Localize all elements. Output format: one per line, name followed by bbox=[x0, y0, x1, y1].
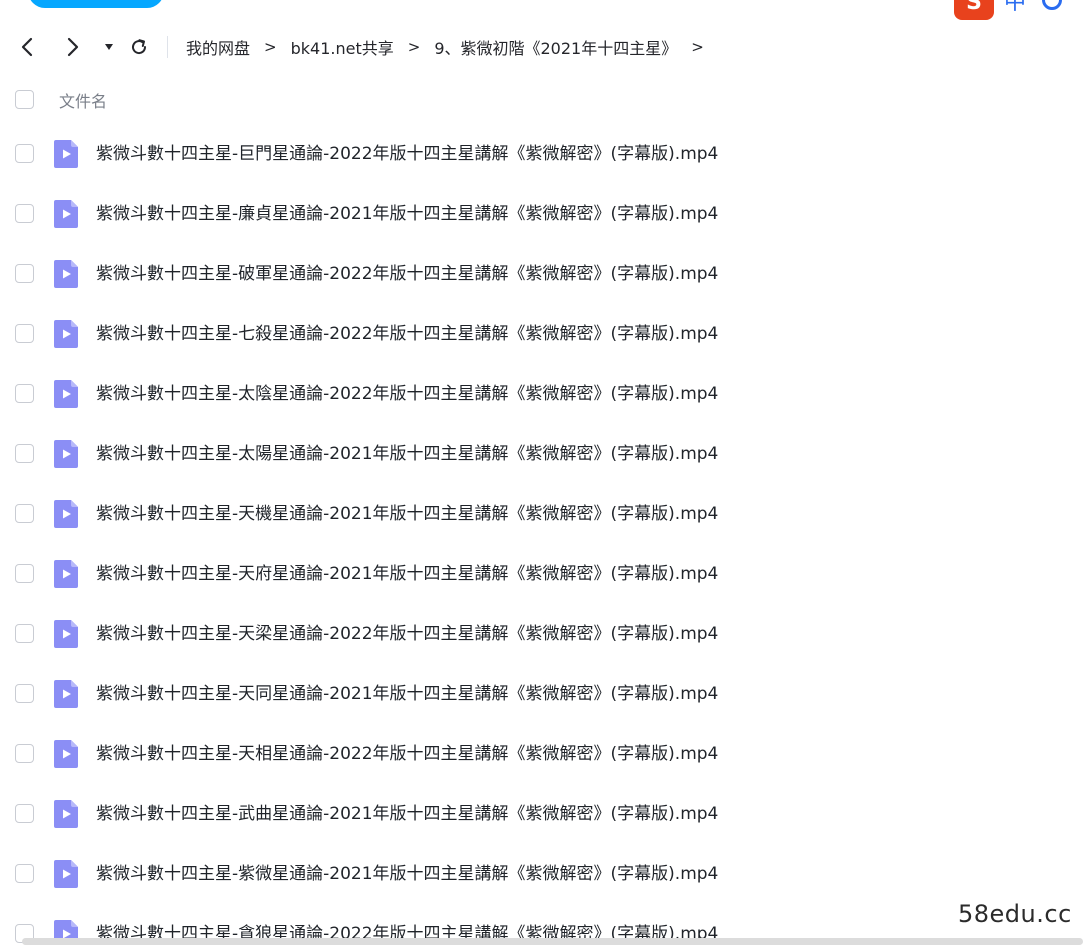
forward-button[interactable] bbox=[60, 34, 86, 60]
nav-divider bbox=[167, 36, 168, 58]
history-dropdown-button[interactable] bbox=[96, 34, 122, 60]
file-row[interactable]: 紫微斗數十四主星-太陰星通論-2022年版十四主星講解《紫微解密》(字幕版).m… bbox=[0, 364, 1083, 424]
chevron-right-icon bbox=[67, 37, 79, 57]
video-file-icon bbox=[54, 620, 78, 648]
breadcrumb-separator: > bbox=[264, 38, 277, 56]
file-checkbox[interactable] bbox=[15, 804, 34, 823]
file-name[interactable]: 紫微斗數十四主星-天府星通論-2021年版十四主星講解《紫微解密》(字幕版).m… bbox=[96, 562, 718, 586]
file-checkbox[interactable] bbox=[15, 144, 34, 163]
file-checkbox[interactable] bbox=[15, 384, 34, 403]
file-row[interactable]: 紫微斗數十四主星-天機星通論-2021年版十四主星講解《紫微解密》(字幕版).m… bbox=[0, 484, 1083, 544]
navigation-bar: 我的网盘 > bk41.net共享 > 9、紫微初階《2021年十四主星》 > bbox=[0, 28, 1083, 66]
breadcrumb-item-current-folder[interactable]: 9、紫微初階《2021年十四主星》 bbox=[434, 35, 677, 59]
breadcrumb: 我的网盘 > bk41.net共享 > 9、紫微初階《2021年十四主星》 > bbox=[186, 28, 718, 66]
file-name[interactable]: 紫微斗數十四主星-天相星通論-2022年版十四主星講解《紫微解密》(字幕版).m… bbox=[96, 742, 718, 766]
watermark-text: 58edu.cc bbox=[958, 900, 1072, 928]
file-list: 紫微斗數十四主星-巨門星通論-2022年版十四主星講解《紫微解密》(字幕版).m… bbox=[0, 124, 1083, 945]
video-file-icon bbox=[54, 260, 78, 288]
breadcrumb-separator: > bbox=[407, 38, 421, 56]
file-browser-window: S 中 我的网盘 > bk41.net共享 > 9、紫微初階《2021年十四主星… bbox=[0, 0, 1083, 945]
video-file-icon bbox=[54, 860, 78, 888]
input-method-toolbar[interactable]: S 中 bbox=[950, 0, 1070, 20]
file-name[interactable]: 紫微斗數十四主星-武曲星通論-2021年版十四主星講解《紫微解密》(字幕版).m… bbox=[96, 802, 718, 826]
file-row[interactable]: 紫微斗數十四主星-七殺星通論-2022年版十四主星講解《紫微解密》(字幕版).m… bbox=[0, 304, 1083, 364]
file-name[interactable]: 紫微斗數十四主星-天機星通論-2021年版十四主星講解《紫微解密》(字幕版).m… bbox=[96, 502, 718, 526]
file-row[interactable]: 紫微斗數十四主星-天府星通論-2021年版十四主星講解《紫微解密》(字幕版).m… bbox=[0, 544, 1083, 604]
video-file-icon bbox=[54, 800, 78, 828]
file-row[interactable]: 紫微斗數十四主星-巨門星通論-2022年版十四主星講解《紫微解密》(字幕版).m… bbox=[0, 124, 1083, 184]
file-name[interactable]: 紫微斗數十四主星-太陰星通論-2022年版十四主星講解《紫微解密》(字幕版).m… bbox=[96, 382, 718, 406]
video-file-icon bbox=[54, 440, 78, 468]
file-row[interactable]: 紫微斗數十四主星-武曲星通論-2021年版十四主星講解《紫微解密》(字幕版).m… bbox=[0, 784, 1083, 844]
file-name[interactable]: 紫微斗數十四主星-紫微星通論-2021年版十四主星講解《紫微解密》(字幕版).m… bbox=[96, 862, 718, 886]
file-checkbox[interactable] bbox=[15, 684, 34, 703]
back-button[interactable] bbox=[14, 34, 40, 60]
file-row[interactable]: 紫微斗數十四主星-紫微星通論-2021年版十四主星講解《紫微解密》(字幕版).m… bbox=[0, 844, 1083, 904]
file-row[interactable]: 紫微斗數十四主星-太陽星通論-2021年版十四主星講解《紫微解密》(字幕版).m… bbox=[0, 424, 1083, 484]
breadcrumb-item-root[interactable]: 我的网盘 bbox=[186, 35, 250, 59]
video-file-icon bbox=[54, 680, 78, 708]
video-file-icon bbox=[54, 320, 78, 348]
file-row[interactable]: 紫微斗數十四主星-廉貞星通論-2021年版十四主星講解《紫微解密》(字幕版).m… bbox=[0, 184, 1083, 244]
ime-language-toggle[interactable]: 中 bbox=[1004, 0, 1030, 14]
file-checkbox[interactable] bbox=[15, 744, 34, 763]
breadcrumb-separator: > bbox=[691, 38, 704, 56]
video-file-icon bbox=[54, 140, 78, 168]
file-checkbox[interactable] bbox=[15, 504, 34, 523]
file-checkbox[interactable] bbox=[15, 624, 34, 643]
refresh-button[interactable] bbox=[126, 34, 152, 60]
file-row[interactable]: 紫微斗數十四主星-天梁星通論-2022年版十四主星講解《紫微解密》(字幕版).m… bbox=[0, 604, 1083, 664]
file-row[interactable]: 紫微斗數十四主星-天相星通論-2022年版十四主星講解《紫微解密》(字幕版).m… bbox=[0, 724, 1083, 784]
ime-logo-icon[interactable]: S bbox=[954, 0, 994, 20]
file-name[interactable]: 紫微斗數十四主星-巨門星通論-2022年版十四主星講解《紫微解密》(字幕版).m… bbox=[96, 142, 718, 166]
file-name[interactable]: 紫微斗數十四主星-天同星通論-2021年版十四主星講解《紫微解密》(字幕版).m… bbox=[96, 682, 718, 706]
file-row[interactable]: 紫微斗數十四主星-破軍星通論-2022年版十四主星講解《紫微解密》(字幕版).m… bbox=[0, 244, 1083, 304]
horizontal-scrollbar[interactable] bbox=[22, 938, 1083, 945]
video-file-icon bbox=[54, 380, 78, 408]
file-checkbox[interactable] bbox=[15, 444, 34, 463]
refresh-icon bbox=[132, 39, 147, 55]
select-all-checkbox[interactable] bbox=[15, 90, 34, 109]
file-name[interactable]: 紫微斗數十四主星-破軍星通論-2022年版十四主星講解《紫微解密》(字幕版).m… bbox=[96, 262, 718, 286]
file-checkbox[interactable] bbox=[15, 564, 34, 583]
file-row[interactable]: 紫微斗數十四主星-天同星通論-2021年版十四主星講解《紫微解密》(字幕版).m… bbox=[0, 664, 1083, 724]
caret-down-icon bbox=[105, 44, 113, 50]
video-file-icon bbox=[54, 200, 78, 228]
file-checkbox[interactable] bbox=[15, 864, 34, 883]
chevron-left-icon bbox=[21, 37, 33, 57]
column-header-filename[interactable]: 文件名 bbox=[59, 88, 107, 112]
video-file-icon bbox=[54, 500, 78, 528]
ime-punctuation-icon[interactable] bbox=[1042, 0, 1062, 10]
file-name[interactable]: 紫微斗數十四主星-廉貞星通論-2021年版十四主星講解《紫微解密》(字幕版).m… bbox=[96, 202, 718, 226]
file-checkbox[interactable] bbox=[15, 204, 34, 223]
list-header: 文件名 bbox=[0, 84, 1083, 114]
video-file-icon bbox=[54, 740, 78, 768]
file-name[interactable]: 紫微斗數十四主星-天梁星通論-2022年版十四主星講解《紫微解密》(字幕版).m… bbox=[96, 622, 718, 646]
file-name[interactable]: 紫微斗數十四主星-七殺星通論-2022年版十四主星講解《紫微解密》(字幕版).m… bbox=[96, 322, 718, 346]
upload-button[interactable] bbox=[28, 0, 164, 8]
breadcrumb-item-share[interactable]: bk41.net共享 bbox=[291, 35, 394, 59]
file-checkbox[interactable] bbox=[15, 264, 34, 283]
video-file-icon bbox=[54, 560, 78, 588]
file-name[interactable]: 紫微斗數十四主星-太陽星通論-2021年版十四主星講解《紫微解密》(字幕版).m… bbox=[96, 442, 718, 466]
file-checkbox[interactable] bbox=[15, 324, 34, 343]
